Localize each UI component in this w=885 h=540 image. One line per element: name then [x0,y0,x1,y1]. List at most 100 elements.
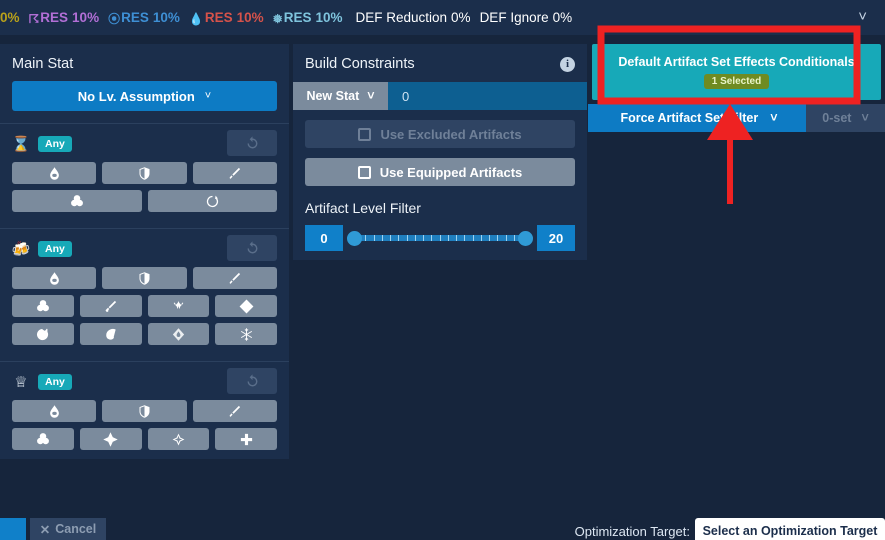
default-artifact-set-effects-conditionals-button[interactable]: Default Artifact Set Effects Conditional… [592,44,881,100]
new-stat-label: New Stat [306,89,360,103]
chevron-down-icon: ˅ [861,111,869,125]
artifact-level-slider[interactable] [347,225,533,251]
reset-icon [247,240,257,253]
def-percent-icon [139,271,150,285]
atk-percent-icon [229,167,241,179]
stat-button-hydro-dmg[interactable] [79,323,142,345]
elemental-mastery-icon [36,300,49,312]
slider-tick [472,235,474,241]
stat-button-atk-percent[interactable] [192,162,277,184]
slot-group-goblet: 🍻 Any [0,229,289,349]
hydro-dmg-icon [106,328,116,339]
stat-button-def-percent[interactable] [102,400,187,422]
stat-chip-hydro-res: ⦿ RES 10% [108,9,180,26]
stat-button-crit-rate[interactable] [79,428,142,450]
status-badge: 1 Selected [703,74,770,89]
slot-header: ♕ Any [12,368,277,394]
stat-button-atk-percent[interactable] [192,267,277,289]
hp-percent-icon [49,404,59,418]
stat-chip-pyro-res: 💧 RES 10% [189,10,264,26]
stat-button-hp-percent[interactable] [12,267,97,289]
bottom-accent-button[interactable] [0,518,26,540]
slider-tick [406,235,408,241]
stat-button-elemental-mastery[interactable] [12,295,74,317]
stat-chip-cryo-res: ❅ RES 10% [273,10,343,26]
slider-tick [431,235,433,241]
sands-icon: ⌛ [11,136,31,153]
stat-button-hp-percent[interactable] [12,162,97,184]
stat-button-electro-dmg[interactable] [12,323,74,345]
artifact-level-filter-row: 0 20 [305,225,575,251]
stat-button-healing-bonus[interactable] [215,428,277,450]
default-conditionals-label: Default Artifact Set Effects Conditional… [618,55,855,69]
stat-button-crit-dmg[interactable] [147,428,210,450]
stat-button-def-percent[interactable] [102,267,187,289]
artifact-level-filter-title: Artifact Level Filter [305,200,421,216]
stat-button-def-percent[interactable] [102,162,187,184]
slot-group-sands: ⌛ Any [0,124,289,216]
stat-label: DEF Reduction [355,10,448,25]
level-assumption-label: No Lv. Assumption [77,88,195,104]
close-icon: ✕ [39,522,51,537]
stat-button-atk-percent[interactable] [192,400,277,422]
select-optimization-target-button[interactable]: Select an Optimization Target [695,518,885,540]
reset-button[interactable] [227,235,277,261]
info-icon[interactable]: i [560,56,575,72]
atk-percent-icon [229,405,241,417]
slider-tick [423,235,424,241]
chevron-down-icon[interactable]: ˅ [858,9,867,24]
stat-row [12,190,277,212]
stat-label: RES [283,10,312,25]
stat-button-hp-percent[interactable] [12,400,97,422]
stat-button-elemental-mastery[interactable] [12,428,74,450]
new-stat-value-input[interactable]: 0 [388,82,587,110]
slider-tick [381,235,383,241]
cancel-button[interactable]: ✕ Cancel [30,518,106,540]
slider-handle-max[interactable] [518,230,533,246]
artifact-set-panel: Default Artifact Set Effects Conditional… [588,36,885,136]
checkbox-icon [357,165,371,179]
reset-button[interactable] [227,368,277,394]
stat-chip: 0% [0,10,20,25]
artifact-level-max-input[interactable]: 20 [537,225,575,251]
stat-value: 10% [152,10,180,25]
slider-tick [480,235,482,241]
stat-button-pyro-dmg[interactable] [147,323,210,345]
stat-chip-electro-res: ☈ RES 10% [29,10,100,26]
artifact-level-min-input[interactable]: 0 [305,225,343,251]
stat-value: 0% [451,10,471,25]
resistance-stat-bar: 0% ☈ RES 10% ⦿ RES 10% 💧 RES 10% ❅ RES 1… [0,0,885,36]
hp-percent-icon [49,271,59,285]
stat-button-elemental-mastery[interactable] [12,190,142,212]
slider-tick [373,235,375,241]
crit-rate-icon [103,431,118,447]
physical-dmg-icon [105,300,117,312]
slot-filter-badge[interactable]: Any [38,241,72,257]
slider-tick [505,235,507,241]
stat-button-cryo-dmg[interactable] [215,323,277,345]
slider-ticks [357,235,523,241]
level-assumption-button[interactable]: No Lv. Assumption ˅ [12,81,277,111]
new-stat-dropdown[interactable]: New Stat ˅ [293,82,388,110]
slot-filter-badge[interactable]: Any [38,136,72,152]
force-artifact-set-filter-row: Force Artifact Set Filter ˅ 0-set ˅ [592,104,885,132]
chevron-down-icon: ˅ [367,89,375,103]
slider-tick [365,235,367,241]
stat-value: 0% [552,10,573,25]
stat-label: RES [40,10,69,25]
reset-button[interactable] [227,130,277,156]
stat-value: 10% [236,10,264,25]
elemental-mastery-icon [70,195,83,207]
reset-icon [247,373,257,386]
slot-filter-badge[interactable]: Any [38,374,72,390]
slider-tick [414,235,416,241]
stat-button-physical-dmg[interactable] [79,295,142,317]
stat-button-anemo-dmg[interactable] [147,295,210,317]
slider-handle-min[interactable] [347,230,362,246]
stat-button-energy-recharge[interactable] [147,190,277,212]
use-equipped-artifacts-label: Use Equipped Artifacts [379,164,523,180]
force-artifact-set-filter-button[interactable]: Force Artifact Set Filter ˅ [592,104,806,132]
stat-button-geo-dmg[interactable] [215,295,277,317]
use-equipped-artifacts-toggle[interactable]: Use Equipped Artifacts [305,158,575,186]
stat-row [12,162,277,184]
